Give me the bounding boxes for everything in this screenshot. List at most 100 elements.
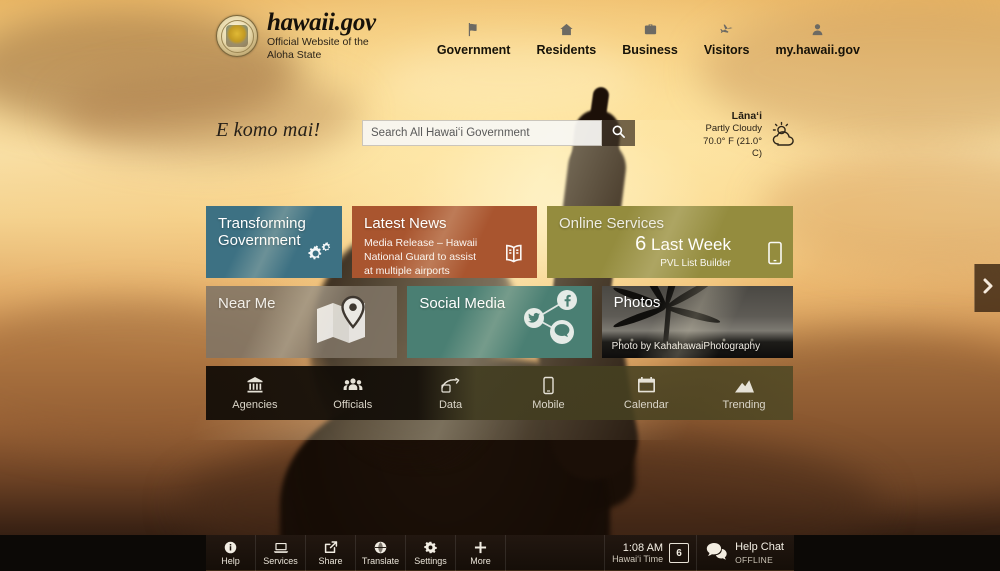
taskbar-item-settings[interactable]: Settings bbox=[406, 535, 456, 571]
nav-label-visitors: Visitors bbox=[703, 42, 750, 57]
airplane-icon bbox=[719, 21, 734, 38]
taskbar-label: Help bbox=[221, 556, 240, 566]
nav-item-residents[interactable]: Residents bbox=[536, 16, 596, 57]
taskbar-item-more[interactable]: More bbox=[456, 535, 506, 571]
taskbar-item-services[interactable]: Services bbox=[256, 535, 306, 571]
nav-label-residents: Residents bbox=[536, 42, 597, 57]
people-icon bbox=[343, 375, 363, 395]
quicklink-officials[interactable]: Officials bbox=[304, 366, 402, 420]
quicklink-label: Officials bbox=[333, 399, 373, 411]
quicklink-label: Calendar bbox=[623, 399, 669, 411]
help-chat-status: OFFLINE bbox=[735, 554, 774, 565]
nav-item-business[interactable]: Business bbox=[622, 16, 678, 57]
gears-icon bbox=[303, 240, 333, 271]
nav-label-government: Government bbox=[436, 42, 511, 57]
tile-title: Online Services bbox=[559, 215, 665, 232]
stat-sublabel: PVL List Builder bbox=[660, 258, 731, 269]
social-icon-cluster bbox=[518, 287, 584, 354]
quicklink-label: Agencies bbox=[232, 399, 278, 411]
nav-label-business: Business bbox=[622, 42, 678, 57]
search-button[interactable] bbox=[602, 120, 635, 146]
nav-item-government[interactable]: Government bbox=[436, 16, 511, 57]
photo-credit: Photo by KahahawaiPhotography bbox=[611, 341, 761, 352]
tile-near-me[interactable]: Near Me bbox=[206, 286, 398, 358]
tile-transforming-government[interactable]: Transforming Government bbox=[206, 206, 342, 278]
quicklink-data[interactable]: Data bbox=[402, 366, 500, 420]
taskbar-item-share[interactable]: Share bbox=[306, 535, 356, 571]
site-header: hawaii.gov Official Website of the Aloha… bbox=[0, 0, 1000, 72]
greeting-text: E komo mai! bbox=[216, 119, 321, 141]
weather-location: Lānaʻi bbox=[731, 109, 762, 122]
comment-icon bbox=[549, 320, 574, 344]
globe-icon bbox=[374, 540, 387, 554]
flag-icon bbox=[466, 21, 481, 38]
quicklink-trending[interactable]: Trending bbox=[695, 366, 793, 420]
wordmark: hawaii.gov bbox=[267, 8, 376, 36]
gear-icon bbox=[424, 540, 437, 554]
folded-map-pin-icon bbox=[313, 295, 375, 352]
main-navigation: Government Residents Business Visitors m… bbox=[424, 16, 873, 57]
tile-title-line-1: Transforming bbox=[218, 215, 306, 232]
quicklink-mobile[interactable]: Mobile bbox=[499, 366, 597, 420]
taskbar-label: Share bbox=[318, 556, 343, 566]
weather-widget[interactable]: Lānaʻi Partly Cloudy 70.0° F (21.0° C) bbox=[694, 110, 802, 159]
quicklink-agencies[interactable]: Agencies bbox=[206, 366, 304, 420]
clock-timezone: Hawaiʻi Time bbox=[612, 554, 664, 565]
taskbar-clock[interactable]: 1:08 AM Hawaiʻi Time 6 bbox=[604, 535, 696, 571]
tile-title: Latest News bbox=[364, 215, 447, 232]
chat-bubble-icon bbox=[706, 542, 728, 565]
taskbar-label: Services bbox=[263, 556, 298, 566]
calendar-day-icon[interactable]: 6 bbox=[669, 543, 690, 563]
laptop-icon bbox=[273, 540, 289, 554]
tile-social-media[interactable]: Social Media bbox=[407, 286, 592, 358]
search-input[interactable] bbox=[363, 127, 601, 139]
taskbar-item-help[interactable]: Help bbox=[206, 535, 256, 571]
help-chat-button[interactable]: Help Chat OFFLINE bbox=[696, 535, 794, 571]
plus-icon bbox=[474, 540, 487, 554]
tagline-line-1: Official Website of the bbox=[267, 36, 369, 49]
tile-row-1: Transforming Government Latest News Medi… bbox=[206, 206, 793, 278]
tile-title-line-2: Government bbox=[218, 232, 301, 250]
tile-online-services[interactable]: Online Services 6 Last Week PVL List Bui… bbox=[547, 206, 793, 278]
phone-icon bbox=[542, 375, 555, 395]
stat-number: 6 bbox=[635, 233, 647, 255]
bank-icon bbox=[246, 375, 264, 395]
bottom-taskbar: Help Services Share Translate Settings M… bbox=[0, 535, 1000, 571]
stat-label: Last Week bbox=[650, 235, 731, 254]
briefcase-icon bbox=[643, 21, 658, 38]
info-icon bbox=[224, 540, 237, 554]
tile-row-2: Near Me Social Media Photos Photo by Kah… bbox=[206, 286, 793, 358]
search-row: E komo mai! Lānaʻi Partly Cloudy 70.0° F… bbox=[0, 110, 1000, 159]
partly-cloudy-icon bbox=[768, 120, 802, 150]
tagline: Official Website of the Aloha State bbox=[267, 36, 376, 62]
facebook-icon bbox=[556, 290, 577, 310]
tile-title: Near Me bbox=[218, 295, 276, 312]
nav-item-visitors[interactable]: Visitors bbox=[703, 16, 750, 57]
online-services-stat: 6 Last Week PVL List Builder bbox=[635, 234, 731, 270]
nav-item-my-hawaii-gov[interactable]: my.hawaii.gov bbox=[775, 16, 860, 57]
data-icon bbox=[440, 375, 462, 395]
nav-label-my-hawaii-gov: my.hawaii.gov bbox=[775, 42, 860, 57]
tile-photos[interactable]: Photos Photo by KahahawaiPhotography bbox=[601, 286, 793, 358]
tile-title: Social Media bbox=[419, 295, 506, 312]
brand-logo[interactable]: hawaii.gov Official Website of the Aloha… bbox=[216, 10, 376, 63]
clock-time: 1:08 AM bbox=[622, 541, 664, 554]
quicklink-calendar[interactable]: Calendar bbox=[597, 366, 695, 420]
quicklink-label: Mobile bbox=[532, 399, 565, 411]
twitter-icon bbox=[523, 308, 544, 328]
taskbar-label: More bbox=[470, 556, 491, 566]
quicklink-label: Trending bbox=[722, 399, 766, 411]
taskbar-label: Settings bbox=[414, 556, 447, 566]
tile-title: Transforming Government bbox=[218, 215, 306, 250]
chart-up-icon bbox=[734, 375, 755, 395]
taskbar-item-translate[interactable]: Translate bbox=[356, 535, 406, 571]
search-box[interactable] bbox=[362, 120, 602, 146]
quicklink-label: Data bbox=[438, 399, 463, 411]
calendar-icon bbox=[637, 375, 656, 395]
stat-headline: 6 Last Week bbox=[635, 234, 731, 255]
tile-latest-news[interactable]: Latest News Media Release – Hawaii Natio… bbox=[352, 206, 537, 278]
next-page-button[interactable] bbox=[974, 264, 1000, 312]
share-icon bbox=[324, 540, 338, 554]
taskbar-label: Translate bbox=[361, 556, 400, 566]
tile-subtitle: Media Release – Hawaii National Guard to… bbox=[364, 237, 478, 277]
